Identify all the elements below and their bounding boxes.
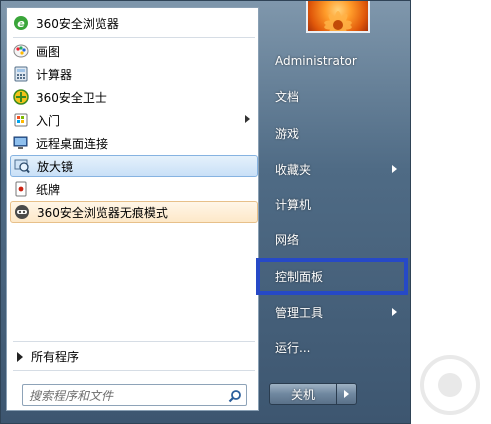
remote-desktop-icon [13, 135, 29, 151]
svg-text:e: e [17, 17, 25, 30]
browser-360-icon: e [13, 15, 29, 31]
right-item-admin-tools[interactable]: 管理工具 [267, 299, 405, 325]
right-item-network[interactable]: 网络 [267, 226, 405, 252]
program-label: 360安全浏览器 [36, 16, 119, 31]
right-item-label: 收藏夹 [275, 162, 312, 177]
submenu-arrow-icon [392, 308, 397, 316]
start-menu: e 360安全浏览器 画图 计算器 360安全卫士 入门 远程桌面连接 放大镜 … [0, 0, 411, 424]
program-item-360-guard[interactable]: 360安全卫士 [10, 86, 258, 108]
right-item-label: 计算机 [275, 197, 312, 212]
program-item-remote-desktop[interactable]: 远程桌面连接 [10, 132, 258, 154]
security-guard-360-icon [13, 89, 29, 105]
right-item-label: 运行... [275, 340, 311, 355]
all-programs-label: 所有程序 [31, 350, 80, 364]
right-item-administrator[interactable]: Administrator [267, 48, 405, 74]
program-label: 入门 [36, 113, 61, 128]
program-label: 计算器 [36, 67, 73, 82]
right-item-label: 文档 [275, 89, 300, 104]
search-box [22, 384, 247, 406]
program-item-magnifier[interactable]: 放大镜 [10, 155, 258, 177]
program-label: 画图 [36, 44, 61, 59]
solitaire-icon [13, 181, 29, 197]
right-item-label: 管理工具 [275, 305, 324, 320]
watermark-logo [420, 355, 480, 415]
search-icon[interactable] [228, 388, 242, 403]
all-programs-button[interactable]: 所有程序 [17, 348, 79, 365]
control-panel-highlight-box [256, 258, 408, 295]
program-label: 纸牌 [36, 182, 61, 197]
right-item-documents[interactable]: 文档 [267, 83, 405, 109]
shutdown-label: 关机 [290, 387, 315, 402]
getting-started-icon [13, 112, 29, 128]
separator [13, 37, 255, 38]
programs-pane: e 360安全浏览器 画图 计算器 360安全卫士 入门 远程桌面连接 放大镜 … [6, 7, 259, 411]
arrow-right-icon [344, 390, 349, 398]
program-item-getting-started[interactable]: 入门 [10, 109, 258, 131]
program-item-360-browser[interactable]: e 360安全浏览器 [10, 12, 258, 34]
program-label: 360安全卫士 [36, 90, 107, 105]
submenu-arrow-icon [245, 115, 250, 123]
program-label: 放大镜 [37, 159, 74, 174]
magnifier-icon [14, 158, 30, 174]
incognito-browser-icon [14, 204, 30, 220]
search-input[interactable] [23, 386, 231, 406]
program-item-calculator[interactable]: 计算器 [10, 63, 258, 85]
separator [13, 370, 255, 371]
right-item-label: 网络 [275, 232, 300, 247]
right-item-games[interactable]: 游戏 [267, 120, 405, 146]
expand-arrow-icon [17, 351, 23, 362]
right-item-label: Administrator [275, 54, 357, 68]
separator [13, 341, 255, 342]
program-label: 360安全浏览器无痕模式 [37, 205, 168, 220]
right-item-favorites[interactable]: 收藏夹 [267, 156, 405, 182]
right-item-label: 游戏 [275, 126, 300, 141]
program-item-paint[interactable]: 画图 [10, 40, 258, 62]
program-item-360-incognito[interactable]: 360安全浏览器无痕模式 [10, 201, 258, 223]
shutdown-button[interactable]: 关机 [269, 383, 337, 405]
program-label: 远程桌面连接 [36, 136, 109, 151]
calculator-icon [13, 66, 29, 82]
user-avatar[interactable] [306, 1, 370, 33]
right-item-computer[interactable]: 计算机 [267, 191, 405, 217]
paint-icon [13, 43, 29, 59]
right-item-run[interactable]: 运行... [267, 334, 405, 360]
submenu-arrow-icon [392, 165, 397, 173]
shutdown-options-button[interactable] [337, 383, 357, 405]
program-item-solitaire[interactable]: 纸牌 [10, 178, 258, 200]
